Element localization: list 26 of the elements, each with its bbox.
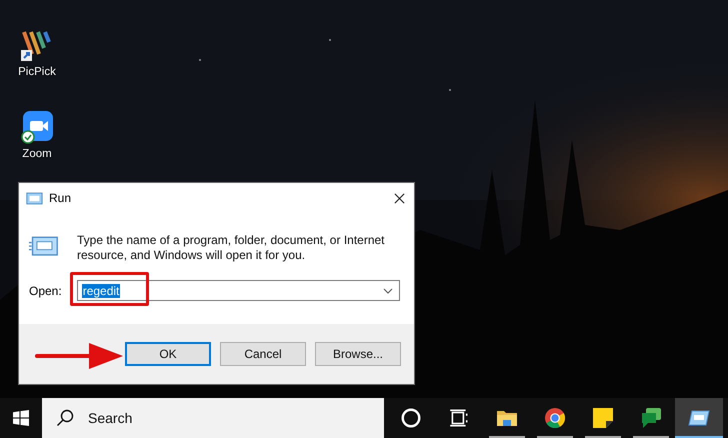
browser-icon[interactable] (544, 407, 566, 429)
running-indicator (675, 436, 723, 438)
running-indicator (585, 436, 621, 438)
chat-bubble-icon[interactable] (640, 407, 662, 429)
task-view-icon[interactable] (448, 407, 470, 429)
caret-icon[interactable] (383, 288, 393, 294)
instruction-text: Type the name of a program, folder, document, or Internet resource, and Windows will open it for you. (77, 233, 386, 263)
dialog-button[interactable]: OK (125, 342, 211, 366)
video-camera-app-icon[interactable] (20, 110, 54, 144)
open-label: Open: (29, 284, 62, 298)
close-icon[interactable] (394, 192, 405, 204)
sticky-note-icon[interactable] (592, 407, 614, 429)
running-indicator (537, 436, 573, 438)
windows-start-icon[interactable] (13, 410, 29, 426)
desktop-icon-label[interactable]: Zoom (22, 148, 52, 160)
search-icon (56, 409, 74, 427)
running-indicator (633, 436, 669, 438)
dialog-button[interactable]: Browse... (315, 342, 401, 366)
desktop-icon-label[interactable]: PicPick (18, 66, 56, 78)
running-indicator (489, 436, 525, 438)
run-app-icon (25, 192, 43, 204)
open-combobox[interactable]: regedit (76, 280, 400, 301)
circle-icon[interactable] (400, 407, 422, 429)
window-title: Run (49, 191, 72, 205)
search-field[interactable]: Search (42, 398, 384, 438)
dialog-button[interactable]: Cancel (220, 342, 306, 366)
